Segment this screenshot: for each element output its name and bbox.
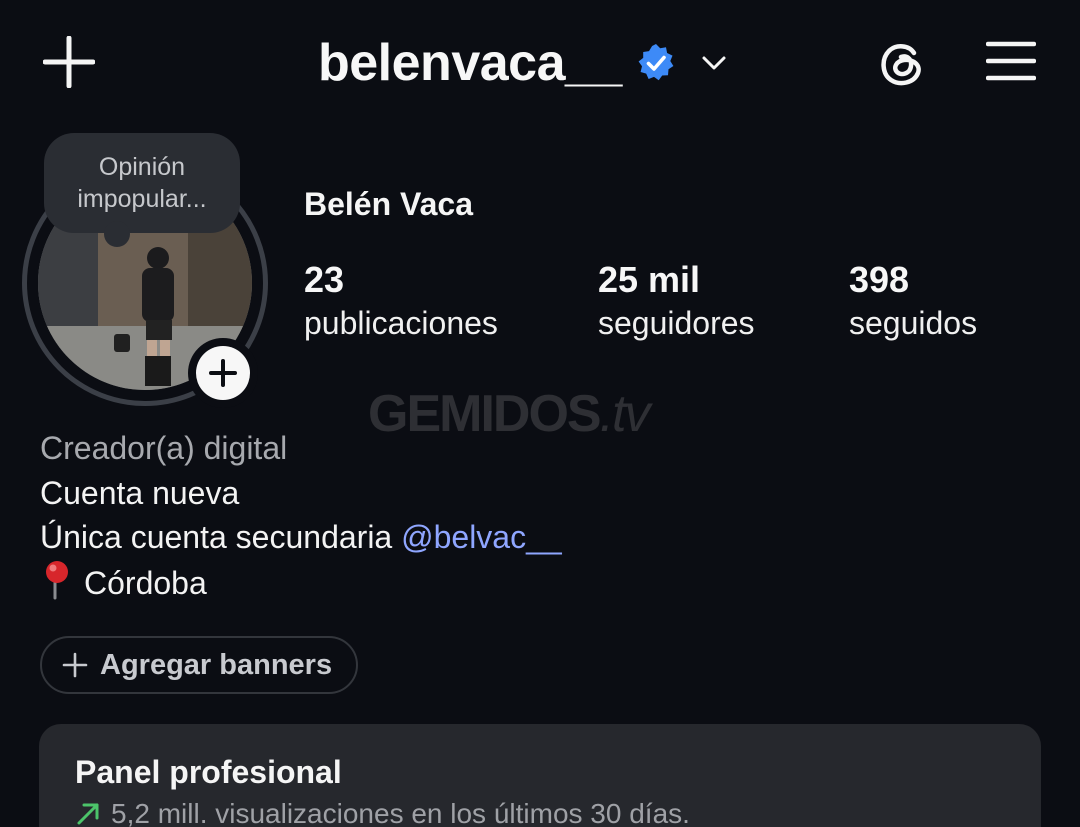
trend-up-arrow-icon bbox=[77, 803, 99, 825]
stat-label: seguidos bbox=[849, 305, 978, 341]
add-story-button[interactable] bbox=[188, 338, 258, 408]
bio-line: Única cuenta secundaria @belvac__ bbox=[40, 515, 562, 560]
hamburger-menu-icon[interactable] bbox=[985, 40, 1037, 82]
bio-mention-link[interactable]: @belvac__ bbox=[401, 519, 562, 555]
note-bubble[interactable]: Opinión impopular... bbox=[44, 133, 240, 247]
stat-label: publicaciones bbox=[304, 305, 498, 341]
professional-dashboard-card[interactable]: Panel profesional 5,2 mill. visualizacio… bbox=[39, 724, 1041, 827]
profile-page: belenvaca__ Opinión impopular... Belén V… bbox=[0, 0, 1080, 827]
bio-text: Única cuenta secundaria bbox=[40, 519, 402, 555]
add-banners-label: Agregar banners bbox=[100, 648, 333, 681]
panel-subtitle-text: 5,2 mill. visualizaciones en los últimos… bbox=[111, 798, 690, 827]
bio: Creador(a) digital Cuenta nueva Única cu… bbox=[40, 426, 562, 605]
verified-badge-icon bbox=[638, 44, 674, 81]
stat-posts[interactable]: 23 publicaciones bbox=[304, 258, 498, 344]
pushpin-icon bbox=[46, 560, 68, 599]
bio-line: Cuenta nueva bbox=[40, 474, 240, 511]
stat-value: 25 mil bbox=[598, 259, 701, 300]
stat-label: seguidores bbox=[598, 305, 755, 341]
panel-subtitle: 5,2 mill. visualizaciones en los últimos… bbox=[75, 798, 690, 827]
username-title: belenvaca__ bbox=[318, 34, 622, 92]
plus-icon bbox=[209, 359, 237, 387]
create-plus-icon[interactable] bbox=[42, 35, 96, 89]
account-switcher[interactable]: belenvaca__ bbox=[318, 30, 728, 96]
stat-value: 398 bbox=[849, 259, 910, 300]
threads-icon[interactable] bbox=[876, 36, 930, 90]
stat-following[interactable]: 398 seguidos bbox=[849, 258, 977, 344]
profile-full-name: Belén Vaca bbox=[304, 186, 473, 222]
stat-followers[interactable]: 25 mil seguidores bbox=[598, 258, 755, 344]
bio-location: Córdoba bbox=[40, 560, 562, 606]
note-text: Opinión impopular... bbox=[77, 153, 207, 213]
panel-title: Panel profesional bbox=[75, 754, 342, 790]
add-banners-button[interactable]: Agregar banners bbox=[40, 636, 358, 694]
bio-category: Creador(a) digital bbox=[40, 430, 288, 466]
location-text: Córdoba bbox=[84, 564, 207, 601]
chevron-down-icon[interactable] bbox=[700, 49, 728, 77]
plus-icon bbox=[62, 652, 88, 678]
stat-value: 23 bbox=[304, 259, 345, 300]
